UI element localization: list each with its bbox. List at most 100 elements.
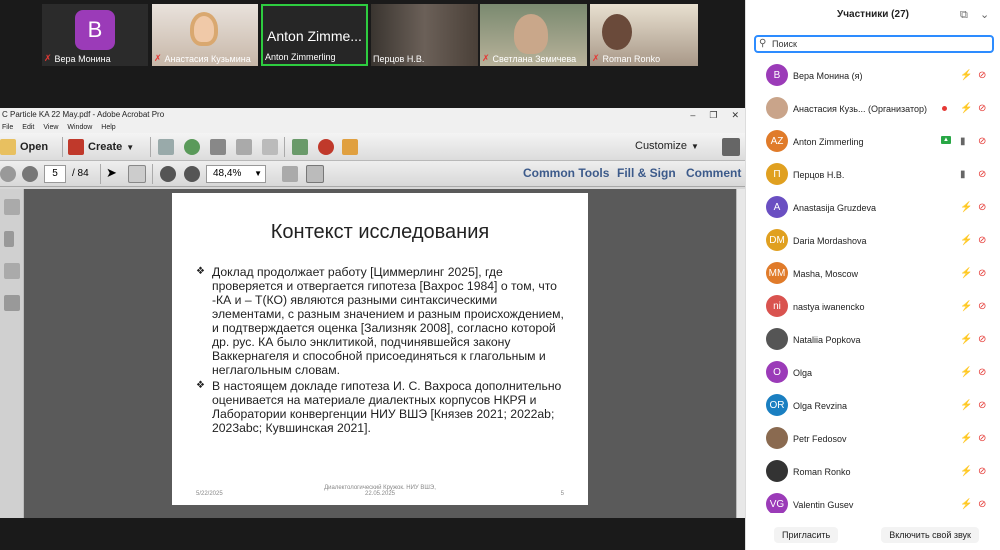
search-input[interactable]: ⚲ Поиск [754,35,994,53]
mic-muted-icon: ✗ [592,53,600,63]
common-tools-link[interactable]: Common Tools [523,166,609,180]
mic-muted-icon[interactable]: ⚡ [960,202,972,213]
video-tile[interactable]: Перцов Н.В. [371,4,478,66]
participant-row[interactable]: Nataliia Popkova ⚡ ⊘ [746,323,1000,356]
open-button[interactable]: Open [0,139,48,155]
video-tile[interactable]: ✗ Roman Ronko [590,4,698,66]
camera-off-icon[interactable]: ⊘ [978,202,986,213]
menu-help[interactable]: Help [101,122,115,133]
participant-row[interactable]: Roman Ronko ⚡ ⊘ [746,455,1000,488]
mic-muted-icon[interactable]: ⚡ [960,367,972,378]
mic-icon[interactable]: ▮ [960,169,966,180]
comment-link[interactable]: Comment [686,166,741,180]
camera-off-icon[interactable]: ⊘ [978,70,986,81]
export-icon[interactable] [342,139,358,155]
zoom-input[interactable]: 48,4% ▼ [206,165,266,183]
zoom-in-icon[interactable] [184,166,200,182]
menu-view[interactable]: View [43,122,58,133]
fill-sign-link[interactable]: Fill & Sign [617,166,676,180]
participant-name: Anastasija Gruzdeva [793,202,877,213]
popout-icon[interactable]: ⧉ [960,0,968,30]
bookmark-icon[interactable] [4,231,14,247]
close-icon[interactable]: ⌄ [980,0,989,30]
fit-page-icon[interactable] [282,166,298,182]
mic-muted-icon[interactable]: ⚡ [960,466,972,477]
zoom-out-icon[interactable] [160,166,176,182]
camera-off-icon[interactable]: ⊘ [978,136,986,147]
camera-off-icon[interactable]: ⊘ [978,499,986,510]
participant-row[interactable]: OR Olga Revzina ⚡ ⊘ [746,389,1000,422]
mic-icon[interactable]: ▮ [960,136,966,147]
minimize-icon[interactable]: – [690,108,695,122]
vertical-scrollbar[interactable] [736,189,745,518]
mic-muted-icon[interactable]: ⚡ [960,235,972,246]
mic-muted-icon[interactable]: ⚡ [960,103,972,114]
avatar: A [766,196,788,218]
close-icon[interactable]: ✕ [731,108,739,122]
expand-icon[interactable] [722,138,740,156]
fit-width-icon[interactable] [306,165,324,183]
page-number-input[interactable]: 5 [44,165,66,183]
camera-off-icon[interactable]: ⊘ [978,268,986,279]
email-icon[interactable] [262,139,278,155]
recording-icon [942,106,947,111]
print-icon[interactable] [210,139,226,155]
mic-muted-icon[interactable]: ⚡ [960,433,972,444]
invite-button[interactable]: Пригласить [774,527,839,543]
restore-icon[interactable]: ❐ [709,108,717,122]
video-tile[interactable]: B ✗ Вера Монина [42,4,148,66]
mic-muted-icon[interactable]: ⚡ [960,499,972,510]
mic-muted-icon[interactable]: ⚡ [960,70,972,81]
save-icon[interactable] [158,139,174,155]
menu-bar: File Edit View Window Help [0,122,745,133]
participant-row[interactable]: AZ Anton Zimmerling ▲ ▮ ⊘ [746,125,1000,158]
screen-share-icon: ▲ [941,136,951,144]
delete-page-icon[interactable] [318,139,334,155]
camera-off-icon[interactable]: ⊘ [978,433,986,444]
camera-off-icon[interactable]: ⊘ [978,301,986,312]
mic-muted-icon[interactable]: ⚡ [960,334,972,345]
video-tile[interactable]: ✗ Светлана Земичева [480,4,587,66]
select-tool-icon[interactable]: ➤ [106,165,117,181]
camera-off-icon[interactable]: ⊘ [978,334,986,345]
camera-off-icon[interactable]: ⊘ [978,400,986,411]
camera-off-icon[interactable]: ⊘ [978,367,986,378]
participant-row[interactable]: П Перцов Н.В. ▮ ⊘ [746,158,1000,191]
participant-name: Masha, Moscow [793,268,859,279]
unmute-self-button[interactable]: Включить свой звук [881,527,979,543]
cloud-upload-icon[interactable] [184,139,200,155]
camera-off-icon[interactable]: ⊘ [978,169,986,180]
signature-icon[interactable] [4,295,20,311]
pages-icon[interactable] [4,199,20,215]
camera-off-icon[interactable]: ⊘ [978,235,986,246]
menu-file[interactable]: File [2,122,13,133]
video-tile-active-speaker[interactable]: Anton Zimme... Anton Zimmerling [261,4,368,66]
insert-page-icon[interactable] [292,139,308,155]
create-button[interactable]: Create ▼ [68,139,134,155]
participant-row[interactable]: Petr Fedosov ⚡ ⊘ [746,422,1000,455]
prev-page-icon[interactable] [0,166,16,182]
menu-edit[interactable]: Edit [22,122,34,133]
mic-muted-icon[interactable]: ⚡ [960,301,972,312]
participant-name: Анастасия Кузьмина [164,53,251,64]
menu-window[interactable]: Window [67,122,92,133]
participant-row[interactable]: MM Masha, Moscow ⚡ ⊘ [746,257,1000,290]
camera-off-icon[interactable]: ⊘ [978,466,986,477]
participant-row[interactable]: Анастасия Кузь... (Организатор) ⚡ ⊘ [746,92,1000,125]
camera-off-icon[interactable]: ⊘ [978,103,986,114]
participant-row[interactable]: VG Valentin Gusev ⚡ ⊘ [746,488,1000,513]
customize-button[interactable]: Customize ▼ [635,140,699,152]
participant-row[interactable]: A Anastasija Gruzdeva ⚡ ⊘ [746,191,1000,224]
attachment-icon[interactable] [4,263,20,279]
participant-row[interactable]: ni nastya iwanencko ⚡ ⊘ [746,290,1000,323]
participant-row[interactable]: O Olga ⚡ ⊘ [746,356,1000,389]
edit-icon[interactable] [236,139,252,155]
hand-tool-icon[interactable] [128,165,146,183]
participant-row[interactable]: В Вера Монина (я) ⚡ ⊘ [746,59,1000,92]
next-page-icon[interactable] [22,166,38,182]
participant-row[interactable]: DM Daria Mordashova ⚡ ⊘ [746,224,1000,257]
video-strip: B ✗ Вера Монина ✗ Анастасия Кузьмина Anton… [0,0,745,108]
video-tile[interactable]: ✗ Анастасия Кузьмина [152,4,258,66]
mic-muted-icon[interactable]: ⚡ [960,400,972,411]
mic-muted-icon[interactable]: ⚡ [960,268,972,279]
